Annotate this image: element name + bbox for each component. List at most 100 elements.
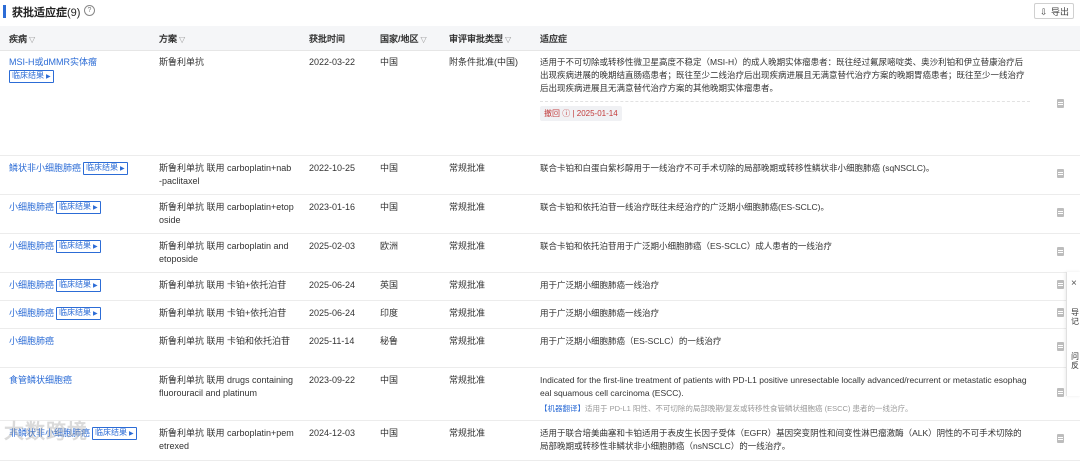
filter-icon: ▽ [505,34,512,44]
export-icon: ⇩ [1040,7,1048,17]
regimen-cell: 斯鲁利单抗 联用 drugs containing fluorouracil a… [150,367,300,421]
clinical-result-tag[interactable]: 临床结果 ▶ [56,307,101,320]
doc-action[interactable] [1040,233,1080,273]
regimen-cell: 斯鲁利单抗 联用 卡铂和依托泊苷 [150,328,300,368]
regimen-cell: 斯鲁利单抗 联用 carboplatin+pemetrexed [150,420,300,461]
table-row: MSI-H或dMMR实体瘤 临床结果 ▶ 斯鲁利单抗 2022-03-22 中国 附… [0,50,1080,156]
country-cell: 欧洲 [371,233,440,273]
table-header-row: 疾病 ▽ 方案 ▽ 获批时间 国家/地区 ▽ 审评审批类型 ▽ 适应症 [0,26,1080,51]
section-header: 获批适应症(9) ? ⇩ 导出 [0,0,1080,24]
review-type-cell: 常规批准 [440,300,531,329]
date-cell: 2025-06-24 [300,300,371,329]
regimen-cell: 斯鲁利单抗 联用 carboplatin+etoposide [150,194,300,234]
indication-cell: 联合卡铂和依托泊苷一线治疗既往未经治疗的广泛期小细胞肺癌(ES-SCLC)。 [531,194,1040,234]
document-icon[interactable] [1056,434,1064,443]
disease-link[interactable]: 小细胞肺癌 [9,336,54,346]
document-icon[interactable] [1056,207,1064,217]
filter-icon: ▽ [179,34,186,44]
disease-link[interactable]: 鳞状非小细胞肺癌 [9,163,81,173]
watermark-logo: 大数跨境 [4,421,88,443]
disease-link[interactable]: MSI-H或dMMR实体瘤 [9,57,97,67]
review-type-cell: 常规批准 [440,272,531,301]
col-review-type[interactable]: 审评审批类型 ▽ [440,26,531,51]
export-button[interactable]: ⇩ 导出 [1034,3,1074,19]
review-type-cell: 常规批准 [440,194,531,234]
table-row: 鳞状非小细胞肺癌 临床结果 ▶ 斯鲁利单抗 联用 carboplatin+nab-p… [0,155,1080,195]
table-row: 小细胞肺癌 临床结果 ▶ 斯鲁利单抗 联用 卡铂+依托泊苷 2025-06-24 英… [0,272,1080,301]
date-cell: 2022-10-25 [300,155,371,195]
regimen-cell: 斯鲁利单抗 联用 卡铂+依托泊苷 [150,272,300,301]
approval-count: (9) [67,7,81,19]
side-item-export-record[interactable]: 导记 [1071,308,1080,326]
clinical-result-tag[interactable]: 临床结果 ▶ [83,162,128,175]
col-country[interactable]: 国家/地区 ▽ [371,26,440,51]
clinical-result-tag[interactable]: 临床结果 ▶ [56,240,101,253]
withdraw-badge[interactable]: 撤回 ⓘ | 2025-01-14 [540,106,622,121]
indication-cell: 用于广泛期小细胞肺癌一线治疗 [531,272,1040,301]
date-cell: 2024-12-03 [300,420,371,461]
indication-cell: 联合卡铂和白蛋白紫杉醇用于一线治疗不可手术切除的局部晚期或转移性鳞状非小细胞肺癌… [531,155,1040,195]
doc-action[interactable] [1040,50,1080,156]
indication-cell: 适用于不可切除或转移性微卫星高度不稳定（MSI-H）的成人晚期实体瘤患者：既往经… [531,50,1040,156]
review-type-cell: 常规批准 [440,155,531,195]
country-cell: 中国 [371,155,440,195]
approvals-table: 疾病 ▽ 方案 ▽ 获批时间 国家/地区 ▽ 审评审批类型 ▽ 适应症 MSI-H或dM… [0,26,1080,461]
close-icon[interactable]: × [1071,278,1077,289]
disease-link[interactable]: 小细胞肺癌 [9,241,54,251]
document-icon[interactable] [1056,168,1064,178]
title-accent-bar [3,5,6,18]
table-row: 小细胞肺癌 临床结果 ▶ 斯鲁利单抗 联用 carboplatin+etoposid… [0,194,1080,234]
country-cell: 秘鲁 [371,328,440,368]
document-icon[interactable] [1056,308,1064,317]
country-cell: 中国 [371,194,440,234]
machine-translation: 【机器翻译】适用于 PD-L1 阳性、不可切除的局部晚期/复发或转移性食管鳞状细… [540,404,913,413]
indication-cell: 联合卡铂和依托泊苷用于广泛期小细胞肺癌（ES-SCLC）成人患者的一线治疗 [531,233,1040,273]
disease-link[interactable]: 食管鳞状细胞癌 [9,375,72,385]
table-row: 小细胞肺癌 临床结果 ▶ 斯鲁利单抗 联用 卡铂+依托泊苷 2025-06-24 印… [0,300,1080,329]
clinical-result-tag[interactable]: 临床结果 ▶ [92,427,137,440]
country-cell: 中国 [371,367,440,421]
date-cell: 2025-06-24 [300,272,371,301]
withdraw-info: 撤回 ⓘ | 2025-01-14 [540,101,1030,121]
document-icon[interactable] [1056,341,1064,351]
regimen-cell: 斯鲁利单抗 联用 卡铂+依托泊苷 [150,300,300,329]
review-type-cell: 附条件批准(中国) [440,50,531,156]
date-cell: 2022-03-22 [300,50,371,156]
indication-cell: 适用于联合培美曲塞和卡铂适用于表皮生长因子受体（EGFR）基因突变阴性和间变性淋… [531,420,1040,461]
indication-cell: 用于广泛期小细胞肺癌（ES-SCLC）的一线治疗 [531,328,1040,368]
document-icon[interactable] [1056,280,1064,289]
clinical-result-tag[interactable]: 临床结果 ▶ [9,70,54,83]
date-cell: 2025-02-03 [300,233,371,273]
date-cell: 2023-09-22 [300,367,371,421]
date-cell: 2025-11-14 [300,328,371,368]
document-icon[interactable] [1056,387,1064,397]
floating-side-panel: × 导记 问反 [1066,272,1080,396]
col-date[interactable]: 获批时间 [300,26,371,51]
review-type-cell: 常规批准 [440,328,531,368]
col-disease[interactable]: 疾病 ▽ [0,26,150,51]
regimen-cell: 斯鲁利单抗 联用 carboplatin and etoposide [150,233,300,273]
document-icon[interactable] [1056,246,1064,256]
table-row: 食管鳞状细胞癌 斯鲁利单抗 联用 drugs containing fluoro… [0,367,1080,421]
col-regimen[interactable]: 方案 ▽ [150,26,300,51]
table-row: 小细胞肺癌 斯鲁利单抗 联用 卡铂和依托泊苷 2025-11-14 秘鲁 常规批… [0,328,1080,368]
doc-action[interactable] [1040,420,1080,461]
date-cell: 2023-01-16 [300,194,371,234]
regimen-cell: 斯鲁利单抗 [150,50,300,156]
clinical-result-tag[interactable]: 临床结果 ▶ [56,279,101,292]
review-type-cell: 常规批准 [440,367,531,421]
help-icon[interactable]: ? [84,5,95,16]
side-item-feedback[interactable]: 问反 [1071,352,1080,370]
filter-icon: ▽ [29,34,36,44]
country-cell: 中国 [371,420,440,461]
table-row: 非鳞状非小细胞肺癌 临床结果 ▶ 斯鲁利单抗 联用 carboplatin+peme… [0,420,1080,461]
disease-link[interactable]: 小细胞肺癌 [9,308,54,318]
document-icon[interactable] [1056,99,1064,108]
indication-cell: Indicated for the first-line treatment o… [531,367,1040,421]
clinical-result-tag[interactable]: 临床结果 ▶ [56,201,101,214]
doc-action[interactable] [1040,194,1080,234]
doc-action[interactable] [1040,155,1080,195]
disease-link[interactable]: 小细胞肺癌 [9,202,54,212]
country-cell: 英国 [371,272,440,301]
disease-link[interactable]: 小细胞肺癌 [9,280,54,290]
